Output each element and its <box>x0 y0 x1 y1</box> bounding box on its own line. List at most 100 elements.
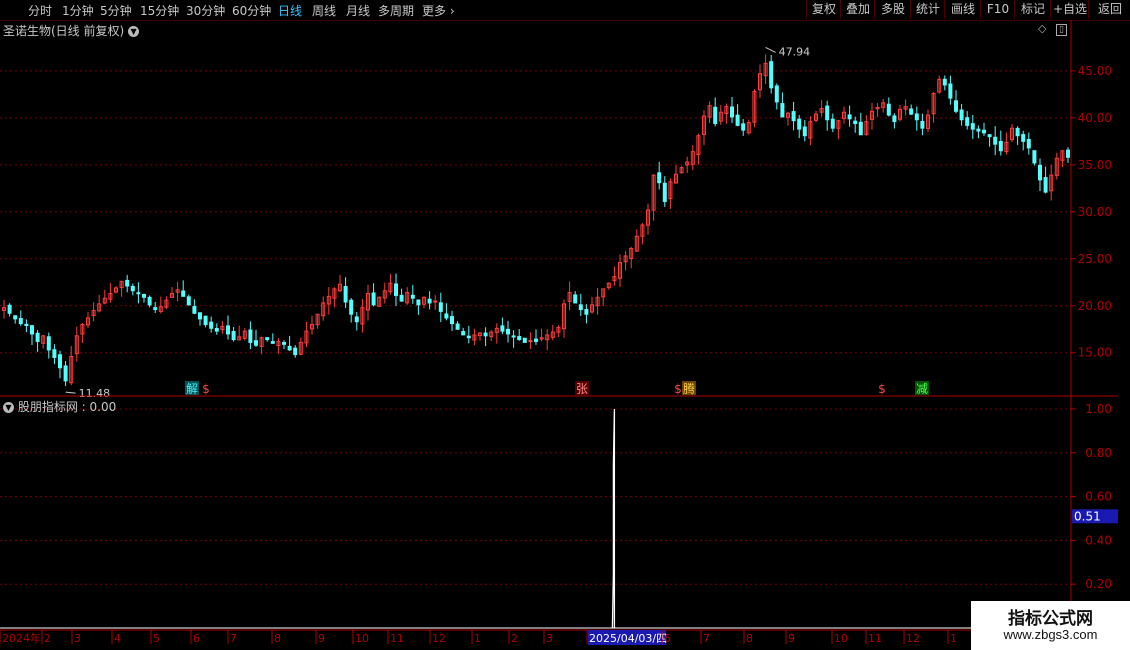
candle-body <box>802 126 807 137</box>
indicator-series <box>0 408 1071 629</box>
candle-body <box>1043 177 1048 193</box>
candle-body <box>914 113 919 121</box>
candle-body <box>410 294 415 299</box>
time-tick-label: 11 <box>390 632 404 645</box>
window-icon[interactable]: ▯ <box>1055 24 1067 36</box>
time-tick-label: 5 <box>153 632 160 645</box>
price-tick-label: 20.00 <box>1078 299 1112 313</box>
candle-body <box>282 342 286 345</box>
watermark: 指标公式网 www.zbgs3.com <box>971 601 1130 650</box>
candle-body <box>1026 138 1031 149</box>
candle-body <box>181 290 186 297</box>
price-tick-label: 45.00 <box>1078 64 1112 78</box>
candle-body <box>1038 164 1042 181</box>
candle-body <box>287 345 292 351</box>
candle-body <box>662 182 667 202</box>
candle-body <box>226 325 230 335</box>
watermark-url: www.zbgs3.com <box>1003 627 1098 642</box>
candle-body <box>461 331 466 336</box>
indicator-name: 股朋指标网 : 0.00 <box>17 400 117 414</box>
time-tick-label: 2025/04/03/四 <box>589 632 667 645</box>
time-tick-label: 2 <box>511 632 518 645</box>
candle-body <box>7 304 12 314</box>
time-tick-label: 6 <box>193 632 200 645</box>
candle-body <box>147 296 152 306</box>
candle-body <box>444 313 449 319</box>
candle-body <box>780 103 785 118</box>
candle-body <box>35 332 40 342</box>
diamond-icon[interactable]: ◇ <box>1038 22 1046 35</box>
candle-body <box>265 337 270 341</box>
time-tick-label: 1 <box>950 632 957 645</box>
candle-body <box>371 292 376 306</box>
candle-body <box>416 299 421 306</box>
candle-body <box>534 338 538 342</box>
candle-body <box>153 307 158 311</box>
candle-body <box>1066 149 1070 158</box>
candle-body <box>741 123 746 131</box>
indicator-line <box>611 408 616 629</box>
event-marker: $ <box>878 382 886 396</box>
candle-body <box>24 323 29 326</box>
event-marker: 张 <box>576 382 588 396</box>
time-tick-label: 9 <box>318 632 325 645</box>
candle-body <box>987 134 992 138</box>
candle-body <box>976 128 981 132</box>
candle-body <box>769 61 774 89</box>
candle-body <box>198 312 202 320</box>
candle-body <box>203 315 208 326</box>
candle-body <box>825 105 830 121</box>
indicator-title[interactable]: ▼ 股朋指标网 : 0.00 <box>3 398 116 415</box>
candle-body <box>293 347 298 356</box>
candle-body <box>528 340 533 343</box>
time-tick-label: 4 <box>114 632 121 645</box>
indicator-tick-label: 0.60 <box>1085 490 1112 504</box>
candle-body <box>965 117 970 126</box>
time-tick-label: 1 <box>474 632 481 645</box>
candle-body <box>517 336 522 341</box>
candle-body <box>511 335 516 338</box>
time-tick-label: 12 <box>906 632 920 645</box>
candle-body <box>830 118 835 129</box>
candle-body <box>270 341 275 344</box>
event-marker: 减 <box>916 382 928 396</box>
time-tick-label: 3 <box>74 632 81 645</box>
time-tick-label: 2024年 <box>2 631 41 645</box>
chevron-down-icon[interactable]: ▼ <box>3 402 14 413</box>
candle-body <box>186 296 191 306</box>
time-tick-label: 9 <box>788 632 795 645</box>
candle-body <box>394 283 398 296</box>
candle-body <box>573 294 578 304</box>
candle-body <box>1021 134 1026 142</box>
watermark-name: 指标公式网 <box>1008 609 1093 629</box>
candle-body <box>354 316 359 323</box>
candle-body <box>450 316 454 325</box>
candle-body <box>886 103 891 116</box>
indicator-grid <box>0 408 1071 585</box>
candle-body <box>970 123 975 130</box>
candle-body <box>466 335 471 339</box>
candle-body <box>13 315 18 320</box>
time-tick-label: 6 <box>664 632 671 645</box>
time-tick-label: 12 <box>432 632 446 645</box>
candle-body <box>30 325 34 335</box>
kline-chart-area[interactable]: 47.9411.48 解 $ 张 $ 腾 $ 减 45.0040.0035.0030.0025… <box>0 0 1130 650</box>
time-tick-label: 11 <box>868 632 882 645</box>
chevron-down-icon[interactable]: ▼ <box>128 26 140 37</box>
time-tick-label: 7 <box>230 632 237 645</box>
candle-body <box>483 332 488 337</box>
candle-body <box>192 305 197 314</box>
candle-body <box>231 330 236 341</box>
price-tick-label: 40.00 <box>1078 111 1112 125</box>
indicator-tick-label: 0.80 <box>1085 446 1112 460</box>
candle-body <box>959 109 964 121</box>
high-label: 47.94 <box>779 45 811 58</box>
candle-body <box>847 114 852 120</box>
time-tick-label: 3 <box>546 632 553 645</box>
candle-body <box>1032 150 1037 164</box>
candle-body <box>500 325 505 332</box>
event-marker: $ <box>674 382 682 396</box>
main-chart-title[interactable]: 圣诺生物(日线 前复权) ▼ <box>3 22 140 39</box>
candle-body <box>349 299 354 315</box>
candle-body <box>46 336 51 351</box>
